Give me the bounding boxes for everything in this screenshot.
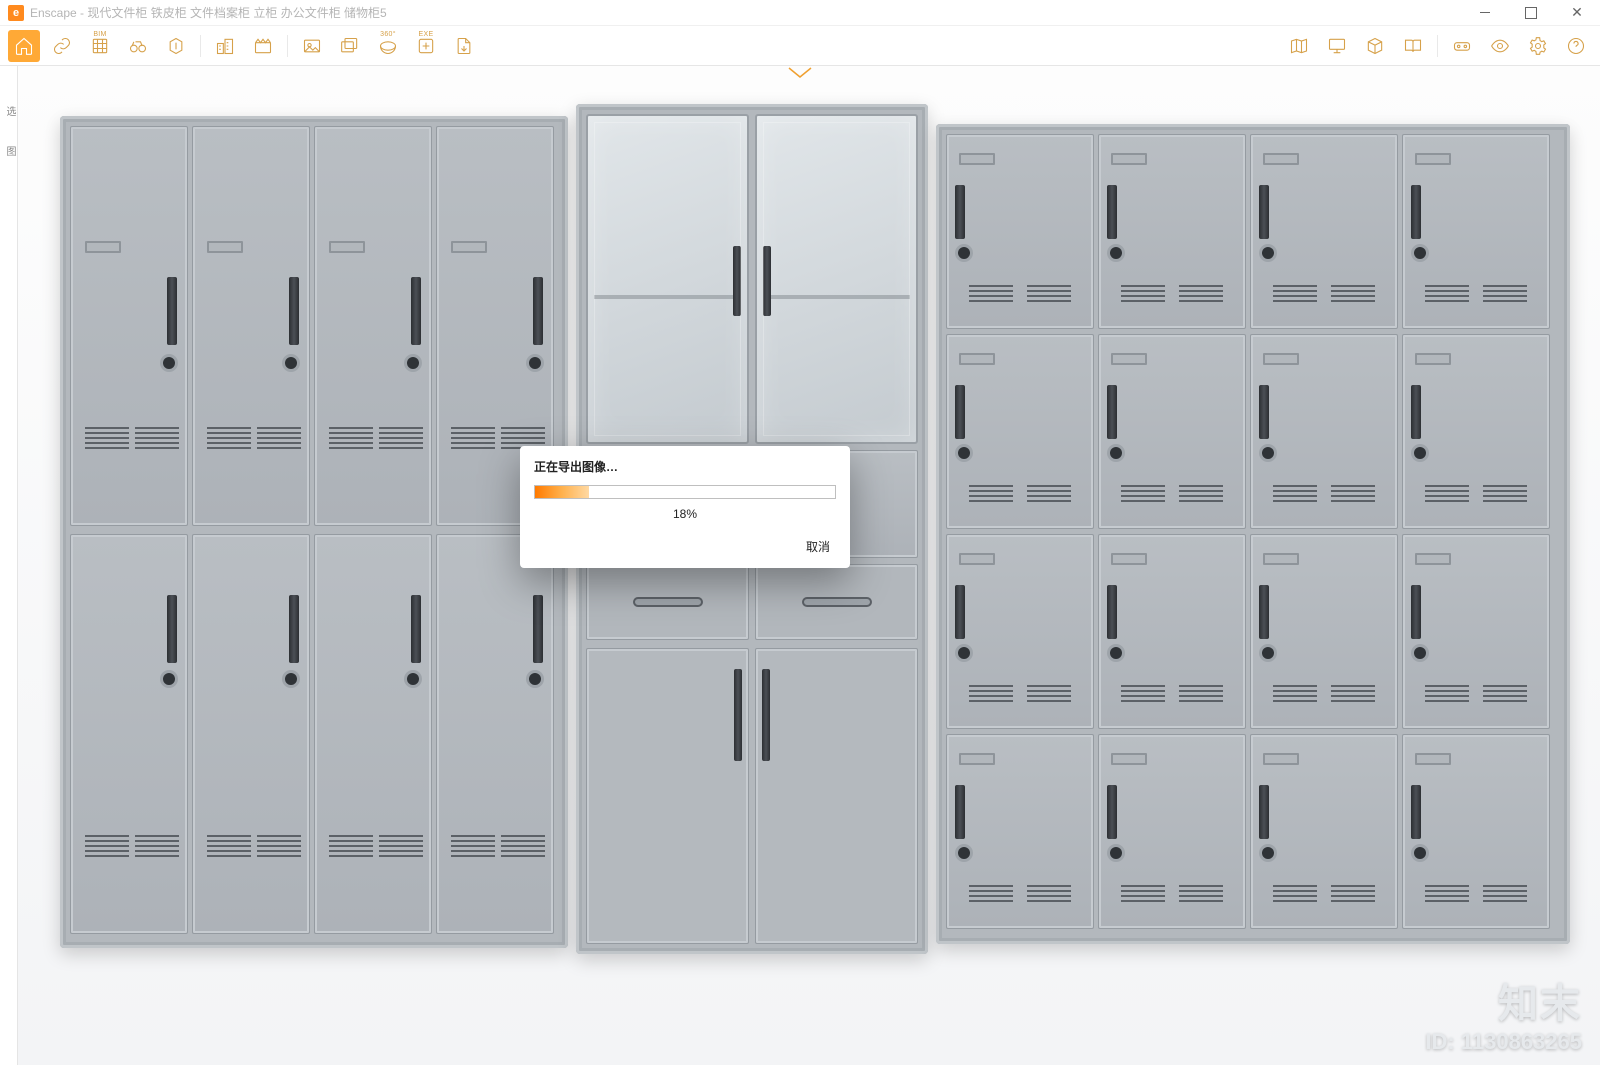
chevron-down-icon[interactable]	[787, 66, 813, 80]
toolbar-separator	[287, 35, 288, 57]
scene-cabinet-right	[936, 124, 1570, 944]
progress-bar-fill	[535, 486, 589, 498]
toolbar-separator	[200, 35, 201, 57]
asset-box-icon[interactable]	[1359, 30, 1391, 62]
map-icon[interactable]	[1283, 30, 1315, 62]
book-open-icon[interactable]	[1397, 30, 1429, 62]
window-close-button[interactable]: ✕	[1554, 0, 1600, 26]
export-progress-dialog: 正在导出图像… 18% 取消	[520, 446, 850, 568]
watermark-brand: 知末	[1425, 971, 1582, 1029]
export-panorama-icon[interactable]: 360°	[372, 30, 404, 62]
bim-icon[interactable]: BIM	[84, 30, 116, 62]
home-button[interactable]	[8, 30, 40, 62]
app-logo-icon: e	[8, 5, 24, 21]
watermark-id-number: ID: 1130863265	[1425, 1029, 1582, 1055]
buildings-icon[interactable]	[209, 30, 241, 62]
scene-cabinet-left	[60, 116, 568, 948]
dialog-title: 正在导出图像…	[534, 458, 836, 475]
settings-icon[interactable]	[1522, 30, 1554, 62]
help-icon[interactable]	[1560, 30, 1592, 62]
link-icon[interactable]	[46, 30, 78, 62]
export-batch-icon[interactable]	[334, 30, 366, 62]
document-title: 现代文件柜 铁皮柜 文件档案柜 立柜 办公文件柜 储物柜5	[87, 4, 386, 21]
monitor-icon[interactable]	[1321, 30, 1353, 62]
render-viewport[interactable]: 选 图	[0, 66, 1600, 1065]
left-side-panel[interactable]: 选 图	[0, 66, 18, 1065]
side-tab-2[interactable]: 图	[2, 146, 17, 156]
binoculars-icon[interactable]	[122, 30, 154, 62]
export-file-icon[interactable]	[448, 30, 480, 62]
toolbar-separator	[1437, 35, 1438, 57]
watermark-id: 知末 ID: 1130863265	[1425, 971, 1582, 1055]
app-name: Enscape	[30, 6, 77, 20]
progress-bar	[534, 485, 836, 499]
title-bar: e Enscape - 现代文件柜 铁皮柜 文件档案柜 立柜 办公文件柜 储物柜…	[0, 0, 1600, 26]
title-separator: -	[77, 6, 88, 20]
side-tab-1[interactable]: 选	[2, 106, 17, 116]
export-exe-icon[interactable]: EXE	[410, 30, 442, 62]
video-clapper-icon[interactable]	[247, 30, 279, 62]
window-maximize-button[interactable]	[1508, 0, 1554, 26]
vr-headset-icon[interactable]	[1446, 30, 1478, 62]
cancel-button[interactable]: 取消	[800, 535, 836, 558]
window-minimize-button[interactable]	[1462, 0, 1508, 26]
progress-percent-label: 18%	[534, 507, 836, 521]
favorite-icon[interactable]	[160, 30, 192, 62]
eye-icon[interactable]	[1484, 30, 1516, 62]
main-toolbar: BIM 360° EXE	[0, 26, 1600, 66]
export-image-icon[interactable]	[296, 30, 328, 62]
